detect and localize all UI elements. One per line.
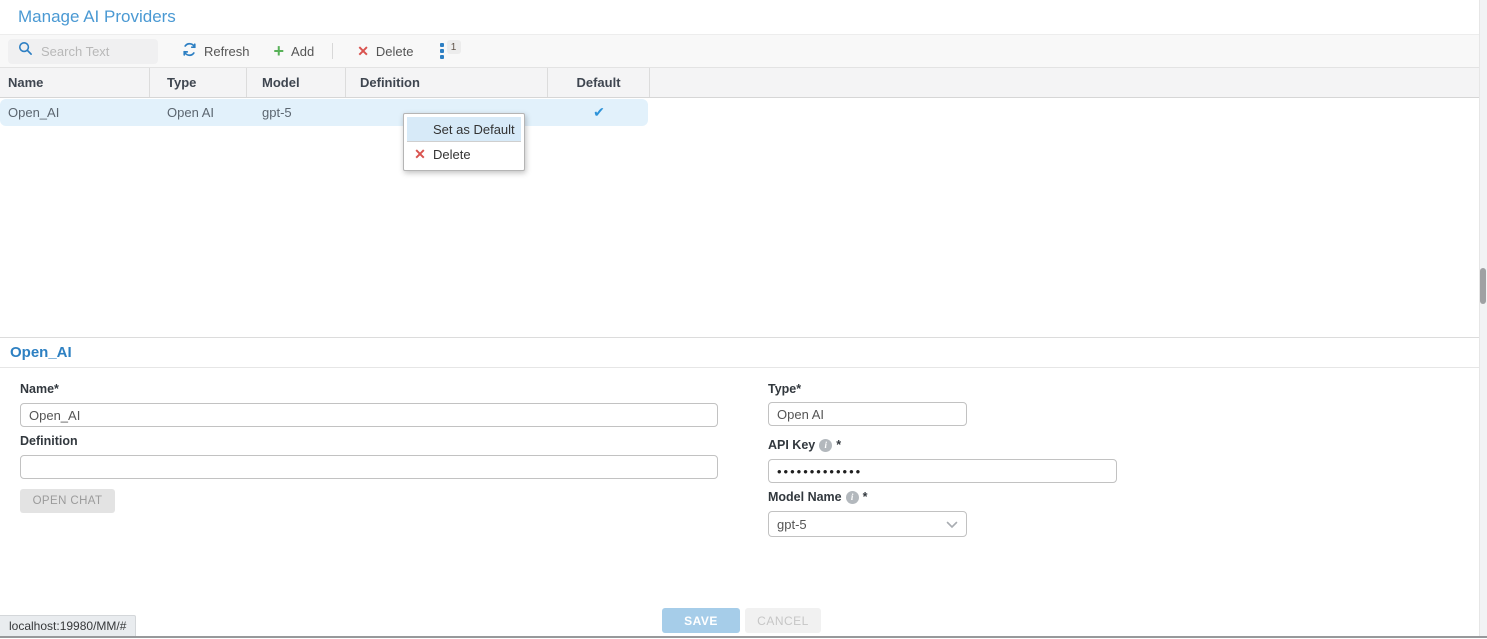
chevron-down-icon — [946, 517, 958, 532]
toolbar-divider — [332, 43, 333, 59]
page-header: Manage AI Providers — [0, 0, 1487, 35]
search-box[interactable] — [8, 39, 158, 64]
model-name-info-icon[interactable]: i — [846, 491, 859, 504]
type-field[interactable] — [768, 402, 967, 426]
cell-default: ✔ — [548, 99, 650, 126]
delete-x-icon: ✕ — [407, 146, 433, 163]
refresh-button[interactable]: Refresh — [182, 42, 250, 60]
manage-ai-providers-screen: Manage AI Providers Refresh + Add ✕ — [0, 0, 1487, 639]
detail-panel-title: Open_AI — [10, 344, 72, 361]
cell-name: Open_AI — [0, 99, 150, 126]
cell-model: gpt-5 — [247, 99, 346, 126]
detail-panel-header: Open_AI — [0, 338, 1487, 368]
delete-x-icon: ✕ — [357, 43, 369, 60]
column-header-name[interactable]: Name — [0, 68, 150, 97]
toolbar: Refresh + Add ✕ Delete 1 — [0, 35, 1487, 68]
cell-type: Open AI — [150, 99, 247, 126]
cancel-button[interactable]: CANCEL — [745, 608, 821, 633]
model-name-select[interactable]: gpt-5 — [768, 511, 967, 537]
vertical-scrollbar-track[interactable] — [1479, 0, 1487, 636]
status-url-tooltip: localhost:19980/MM/# — [0, 615, 136, 636]
menu-delete-label: Delete — [433, 147, 471, 162]
refresh-label: Refresh — [204, 44, 250, 59]
window-bottom-border — [0, 636, 1487, 638]
model-name-value: gpt-5 — [777, 517, 807, 532]
api-key-label: API Key i * — [768, 438, 841, 452]
provider-detail-panel: Open_AI Name* Definition OPEN CHAT Type*… — [0, 337, 1487, 639]
plus-icon: + — [274, 44, 285, 58]
add-button[interactable]: + Add — [274, 44, 315, 59]
refresh-icon — [182, 42, 197, 60]
status-url-text: localhost:19980/MM/# — [9, 619, 126, 633]
set-default-label: Set as Default — [433, 122, 515, 137]
open-chat-button[interactable]: OPEN CHAT — [20, 489, 115, 513]
menu-item-delete[interactable]: ✕ Delete — [407, 142, 521, 167]
more-menu-button[interactable]: 1 — [440, 43, 461, 59]
vertical-dots-icon — [440, 43, 444, 59]
table-row-openai[interactable]: Open_AI Open AI gpt-5 ✔ — [0, 99, 648, 126]
save-button[interactable]: SAVE — [662, 608, 740, 633]
page-title: Manage AI Providers — [18, 7, 176, 27]
column-header-model[interactable]: Model — [247, 68, 346, 97]
name-field[interactable] — [20, 403, 718, 427]
vertical-scrollbar-thumb[interactable] — [1480, 268, 1486, 304]
column-header-definition[interactable]: Definition — [346, 68, 548, 97]
add-label: Add — [291, 44, 314, 59]
row-context-menu: Set as Default ✕ Delete — [403, 113, 525, 171]
api-key-field[interactable] — [768, 459, 1117, 483]
default-check-icon: ✔ — [548, 104, 650, 121]
definition-label: Definition — [20, 434, 78, 448]
table-header: Name Type Model Definition Default — [0, 68, 1487, 98]
type-label: Type* — [768, 382, 801, 396]
search-input[interactable] — [41, 44, 141, 59]
delete-label: Delete — [376, 44, 414, 59]
delete-button[interactable]: ✕ Delete — [357, 43, 413, 60]
api-key-info-icon[interactable]: i — [819, 439, 832, 452]
name-label: Name* — [20, 382, 59, 396]
definition-field[interactable] — [20, 455, 718, 479]
model-name-label: Model Name i * — [768, 490, 868, 504]
search-icon — [18, 41, 33, 61]
column-header-type[interactable]: Type — [150, 68, 247, 97]
column-header-filler — [650, 68, 1487, 97]
menu-item-set-default[interactable]: Set as Default — [407, 117, 521, 142]
menu-count-badge: 1 — [447, 40, 461, 54]
column-header-default[interactable]: Default — [548, 68, 650, 97]
